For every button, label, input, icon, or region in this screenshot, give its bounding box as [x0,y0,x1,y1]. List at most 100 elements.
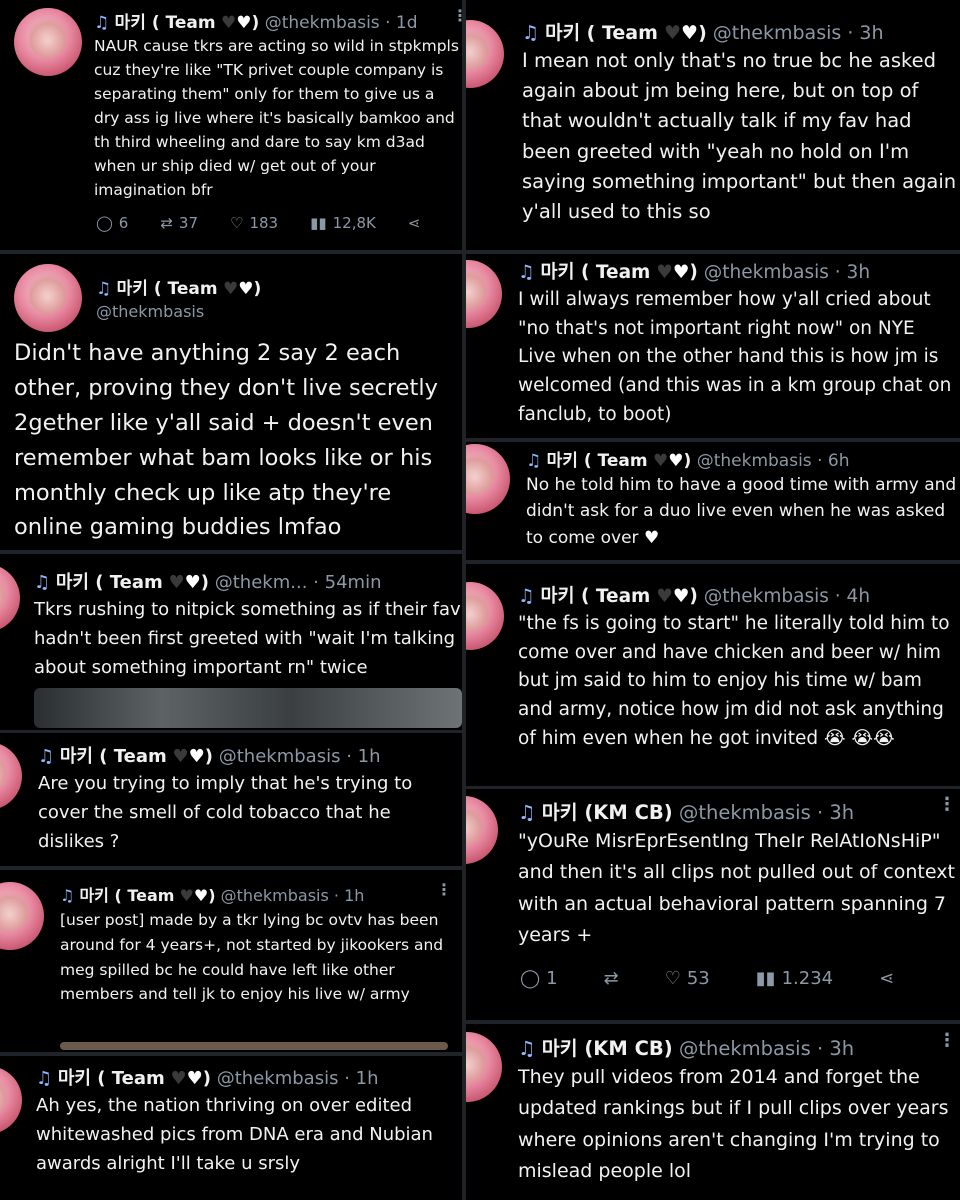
views-button[interactable]: ▮▮ 1.234 [756,968,833,989]
black-heart-icon: ♥ [663,22,682,44]
avatar[interactable] [0,564,20,632]
handle[interactable]: @thekmbasis [704,262,829,283]
reply-button[interactable]: ◯ 6 [96,214,128,232]
avatar[interactable] [466,796,498,864]
white-heart-icon: ♥ [236,13,252,33]
tweet-card[interactable]: ♫ 마키 ( Team ♥♥) @thekmbasis · 4h "the fs… [466,566,960,786]
tweet-card[interactable]: ♫ 마키 ( Team ♥♥) @thekmbasis · 3h I mean … [466,0,960,248]
tweet-card[interactable]: ♫ 마키 ( Team ♥♥) @thekmbasis · 1h ⋮ [user… [0,872,462,1050]
avatar[interactable] [0,742,22,810]
share-button[interactable]: ⋖ [408,214,421,232]
tweet-card[interactable]: ♫ 마키 ( Team ♥♥) @thekmbasis · 3h I will … [466,256,960,436]
handle[interactable]: @thekmbasis [679,801,811,824]
handle[interactable]: @thekmbasis [96,302,204,321]
retweet-button[interactable]: ⇄ 37 [160,214,198,232]
handle[interactable]: @thekmbasis [697,451,812,471]
tweet-card[interactable]: ♫ 마키 ( Team ♥♥) @thekmbasis Didn't have … [0,256,462,548]
more-icon[interactable]: ⋮ [452,6,462,25]
more-icon[interactable]: ⋮ [436,880,452,899]
music-note-icon: ♫ [518,262,535,283]
tweet-card[interactable]: ♫ 마키 (KM CB) @thekmbasis · 3h ⋮ "yOuRe M… [466,790,960,1018]
avatar[interactable] [14,264,82,332]
tweet-card[interactable]: ♫ 마키 ( Team ♥♥) @thekmbasis · 1d ⋮ NAUR … [0,0,462,248]
handle[interactable]: @thekmbasis [217,1068,339,1089]
timestamp[interactable]: 1d [396,13,418,33]
row-divider [466,438,960,442]
tweet-text: I mean not only that's no true bc he ask… [522,49,957,224]
timestamp[interactable]: 1h [358,746,381,767]
timestamp[interactable]: 3h [829,1037,854,1060]
timestamp[interactable]: 3h [829,801,854,824]
row-divider [466,560,960,564]
display-name[interactable]: 마키 ( Team [540,586,650,607]
black-heart-icon: ♥ [223,279,239,299]
white-heart-icon: ♥ [193,886,209,905]
tweet-card[interactable]: ♫ 마키 ( Team ♥♥) @thekmbasis · 1h Ah yes,… [0,1058,462,1200]
avatar[interactable] [466,444,510,514]
handle[interactable]: @thekmbasis [265,13,380,33]
avatar[interactable] [466,260,502,328]
display-name[interactable]: 마키 ( Team [547,451,648,471]
tweet-header: ♫ 마키 ( Team ♥♥) @thekm... · 54min [34,568,381,594]
dot-separator: · [847,22,854,44]
retweet-button[interactable]: ⇄ [604,968,619,989]
display-name[interactable]: 마키 ( Team [115,13,216,33]
display-name[interactable]: 마키 (KM CB) [542,1037,673,1060]
avatar[interactable] [466,1032,502,1102]
dot-separator: · [834,586,841,607]
more-icon[interactable]: ⋮ [938,794,956,815]
timestamp[interactable]: 4h [847,586,871,607]
display-name[interactable]: 마키 ( Team [56,572,163,593]
avatar[interactable] [466,582,504,650]
tweet-card[interactable]: ♫ 마키 (KM CB) @thekmbasis · 3h ⋮ They pul… [466,1026,960,1200]
tweet-text: No he told him to have a good time with … [526,472,960,551]
music-note-icon: ♫ [526,451,542,471]
media-preview[interactable] [34,688,462,728]
row-divider [0,866,462,870]
share-button[interactable]: ⋖ [879,968,894,989]
handle[interactable]: @thekmbasis [219,746,341,767]
tweet-text: Tkrs rushing to nitpick something as if … [34,599,461,678]
display-name[interactable]: 마키 ( Team [540,262,650,283]
views-button[interactable]: ▮▮ 12,8K [310,214,376,232]
timestamp[interactable]: 54min [325,572,382,593]
timestamp[interactable]: 3h [847,262,871,283]
retweet-icon: ⇄ [160,214,173,232]
like-icon: ♡ [664,968,681,989]
tweet-card[interactable]: ♫ 마키 ( Team ♥♥) @thekm... · 54min Tkrs r… [0,556,462,728]
white-heart-icon: ♥ [672,586,690,607]
handle[interactable]: @thekmbasis [679,1037,811,1060]
display-name[interactable]: 마키 ( Team [545,22,658,44]
media-preview[interactable] [60,1042,448,1050]
tweet-card[interactable]: ♫ 마키 ( Team ♥♥) @thekmbasis · 1h Are you… [0,734,462,864]
music-note-icon: ♫ [60,886,75,905]
handle[interactable]: @thekmbasis [221,886,329,905]
display-name[interactable]: 마키 ( Team [60,746,167,767]
display-name[interactable]: 마키 ( Team [79,886,174,905]
tweet-header: ♫ 마키 ( Team ♥♥) @thekmbasis · 1h [38,742,381,768]
timestamp[interactable]: 1h [356,1068,379,1089]
dot-separator: · [346,746,352,767]
views-count: 12,8K [332,214,376,232]
handle[interactable]: @thekm... [215,572,308,593]
avatar[interactable] [466,20,504,88]
name-close-paren: ) [689,262,698,283]
display-name[interactable]: 마키 ( Team [117,279,218,299]
like-button[interactable]: ♡ 183 [230,214,278,232]
handle[interactable]: @thekmbasis [713,22,841,44]
avatar[interactable] [14,8,82,76]
timestamp[interactable]: 3h [859,22,883,44]
more-icon[interactable]: ⋮ [938,1030,956,1051]
display-name[interactable]: 마키 (KM CB) [542,801,673,824]
like-button[interactable]: ♡ 53 [665,968,710,989]
handle[interactable]: @thekmbasis [704,586,829,607]
avatar[interactable] [0,882,44,950]
avatar[interactable] [0,1066,22,1134]
tweet-text: They pull videos from 2014 and forget th… [518,1066,949,1183]
display-name[interactable]: 마키 ( Team [58,1068,165,1089]
timestamp[interactable]: 1h [344,886,364,905]
timestamp[interactable]: 6h [828,451,850,471]
tweet-card[interactable]: ♫ 마키 ( Team ♥♥) @thekmbasis · 6h No he t… [466,444,960,558]
retweet-icon: ⇄ [603,968,619,989]
reply-button[interactable]: ◯ 1 [520,968,558,989]
